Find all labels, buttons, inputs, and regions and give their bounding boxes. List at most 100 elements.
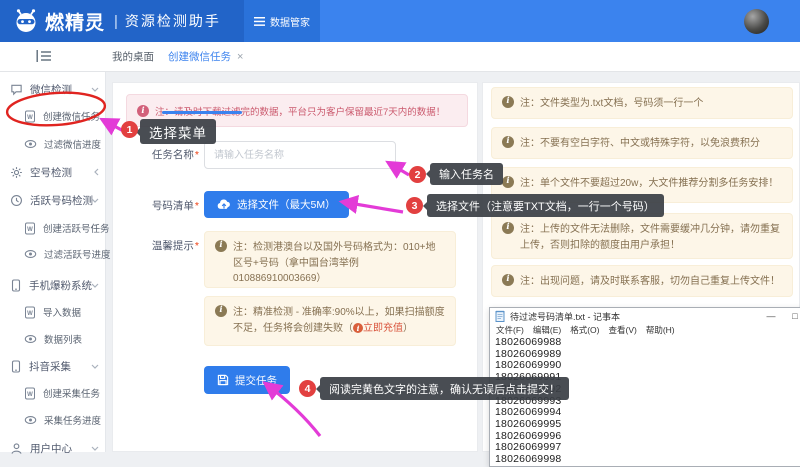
eye-icon bbox=[24, 249, 37, 259]
info-icon: i bbox=[215, 305, 227, 317]
menu-help[interactable]: 帮助(H) bbox=[646, 324, 675, 336]
close-tab-icon[interactable]: × bbox=[237, 51, 243, 63]
step-3-tooltip: 选择文件（注意要TXT文档，一行一个号码） bbox=[427, 194, 664, 217]
collapse-sidebar-icon[interactable] bbox=[36, 49, 54, 65]
menu-edit[interactable]: 编辑(E) bbox=[533, 324, 561, 336]
note-file-type: i 注：文件类型为.txt文档，号码须一行一个 bbox=[491, 87, 793, 119]
task-name-label: 任务名称* bbox=[119, 147, 199, 162]
sidebar-item-create-wechat-task[interactable]: W 创建微信任务 bbox=[0, 105, 106, 127]
sidebar-item-data-list[interactable]: 数据列表 bbox=[0, 328, 106, 350]
note-no-duplicate-upload: i 注：上传的文件无法删除，文件需要缓冲几分钟，请勿重复上传，否则扣除的额度由用… bbox=[491, 213, 793, 259]
note-text: 注：不要有空白字符、中文或特殊字符，以免浪费积分 bbox=[520, 136, 760, 150]
menu-format[interactable]: 格式(O) bbox=[570, 324, 599, 336]
number-list-label: 号码清单* bbox=[119, 198, 199, 213]
step-1-tooltip: 选择菜单 bbox=[140, 119, 216, 144]
submit-task-button[interactable]: 提交任务 bbox=[204, 366, 290, 394]
phone-icon bbox=[10, 279, 22, 292]
sidebar-item-user-center[interactable]: 用户中心 bbox=[0, 437, 106, 459]
menu-view[interactable]: 查看(V) bbox=[608, 324, 636, 336]
sidebar-item-import-data[interactable]: W 导入数据 bbox=[0, 301, 106, 323]
notepad-title: 待过滤号码清单.txt - 记事本 bbox=[510, 310, 620, 323]
sidebar-item-douyin-collect[interactable]: 抖音采集 bbox=[0, 355, 106, 377]
tab-create-wechat-task[interactable]: 创建微信任务 × bbox=[168, 42, 243, 71]
svg-text:W: W bbox=[27, 392, 33, 398]
info-icon: i bbox=[215, 240, 227, 252]
sidebar-item-filter-active-progress[interactable]: 过滤活跃号进度 bbox=[0, 243, 106, 265]
choose-file-button[interactable]: 选择文件（最大5M） bbox=[204, 191, 349, 218]
eye-icon bbox=[24, 415, 37, 425]
active-tab-underline bbox=[162, 111, 242, 114]
notepad-title-bar[interactable]: 待过滤号码清单.txt - 记事本 — □ bbox=[490, 308, 800, 324]
info-icon: i bbox=[353, 323, 363, 333]
recharge-now-link[interactable]: 立即充值 bbox=[363, 323, 403, 334]
info-icon: i bbox=[502, 136, 514, 148]
svg-text:W: W bbox=[27, 115, 33, 121]
history-clock-icon bbox=[10, 194, 23, 207]
sidebar-item-empty-number-check[interactable]: 空号检测 bbox=[0, 161, 106, 183]
svg-text:W: W bbox=[27, 311, 33, 317]
info-icon: i bbox=[502, 96, 514, 108]
chevron-down-icon bbox=[91, 446, 99, 451]
note-text: 注：出现问题，请及时联系客服，切勿自己重复上传文件！ bbox=[520, 274, 780, 288]
doc-w-icon: W bbox=[24, 387, 36, 400]
phone-number-line: 18026069988 bbox=[495, 337, 800, 349]
menu-item-data-manager[interactable]: 数据管家 bbox=[244, 0, 320, 42]
phone-number-line: 18026069995 bbox=[495, 419, 800, 431]
menu-file[interactable]: 文件(F) bbox=[496, 324, 524, 336]
required-mark: * bbox=[195, 240, 199, 252]
sidebar-item-wechat-check[interactable]: 微信检测 bbox=[0, 78, 106, 100]
save-disk-icon bbox=[217, 374, 229, 386]
sidebar-item-active-number-check[interactable]: 活跃号码检测 bbox=[0, 189, 106, 211]
user-avatar[interactable] bbox=[744, 9, 769, 34]
notepad-content[interactable]: 18026069988 18026069989 18026069990 1802… bbox=[490, 337, 800, 466]
cloud-upload-icon bbox=[217, 199, 231, 210]
menu-item-label: 数据管家 bbox=[270, 14, 310, 29]
format-tip-note: i 注：检测港澳台以及国外号码格式为：010+地区号+号码（拿中国台湾举例010… bbox=[204, 231, 456, 288]
chevron-down-icon bbox=[91, 364, 99, 369]
brand-separator: | bbox=[114, 13, 118, 30]
notepad-menu-bar: 文件(F) 编辑(E) 格式(O) 查看(V) 帮助(H) bbox=[490, 324, 800, 336]
tab-my-desktop[interactable]: 我的桌面 bbox=[112, 42, 154, 71]
tab-bar: 我的桌面 创建微信任务 × bbox=[0, 42, 800, 72]
mascot-logo-icon bbox=[13, 8, 39, 34]
note-text: 注：单个文件不要超过20w，大文件推荐分割多任务安排！ bbox=[520, 176, 778, 194]
eye-icon bbox=[24, 334, 37, 344]
tips-label: 温馨提示* bbox=[119, 238, 199, 253]
sidebar-item-create-collect-task[interactable]: W 创建采集任务 bbox=[0, 382, 106, 404]
submit-task-label: 提交任务 bbox=[235, 373, 277, 388]
chevron-left-icon bbox=[94, 168, 99, 176]
info-icon: i bbox=[502, 222, 514, 234]
chevron-down-icon bbox=[91, 283, 99, 288]
minimize-button[interactable]: — bbox=[760, 308, 782, 324]
info-icon: i bbox=[137, 105, 149, 117]
step-4-badge: 4 bbox=[299, 380, 316, 397]
step-4-tooltip: 阅读完黄色文字的注意，确认无误后点击提交！ bbox=[320, 377, 569, 400]
step-2-tooltip: 输入任务名 bbox=[430, 163, 503, 185]
task-name-input[interactable] bbox=[204, 141, 396, 169]
user-icon bbox=[10, 442, 23, 455]
gear-icon bbox=[10, 166, 23, 179]
sidebar-nav: 微信检测 W 创建微信任务 过滤微信进度 空号检测 活跃号码检测 W 创建活跃号… bbox=[0, 72, 106, 452]
note-text: 注：文件类型为.txt文档，号码须一行一个 bbox=[520, 96, 703, 110]
chevron-down-icon bbox=[91, 87, 99, 92]
sidebar-item-filter-wechat-progress[interactable]: 过滤微信进度 bbox=[0, 133, 106, 155]
choose-file-label: 选择文件（最大5M） bbox=[237, 197, 336, 212]
brand-name: 燃精灵 bbox=[45, 8, 105, 35]
sidebar-item-phone-fans-system[interactable]: 手机爆粉系统 bbox=[0, 274, 106, 296]
required-mark: * bbox=[195, 200, 199, 212]
brand-subtitle: 资源检测助手 bbox=[125, 11, 221, 31]
phone-number-line: 18026069998 bbox=[495, 454, 800, 466]
chevron-down-icon bbox=[91, 198, 99, 203]
step-1-badge: 1 bbox=[121, 121, 138, 138]
required-mark: * bbox=[195, 149, 199, 161]
note-contact-support: i 注：出现问题，请及时联系客服，切勿自己重复上传文件！ bbox=[491, 265, 793, 297]
maximize-button[interactable]: □ bbox=[784, 308, 800, 324]
eye-icon bbox=[24, 139, 37, 149]
svg-text:W: W bbox=[27, 227, 33, 233]
step-3-badge: 3 bbox=[406, 197, 423, 214]
format-tip-text: 注：检测港澳台以及国外号码格式为：010+地区号+号码（拿中国台湾举例01088… bbox=[233, 240, 445, 279]
accuracy-tip-text: 注：精准检测 - 准确率:90%以上，如果扫描额度不足，任务将会创建失败（i立即… bbox=[233, 305, 445, 337]
sidebar-item-collect-task-progress[interactable]: 采集任务进度 bbox=[0, 409, 106, 431]
doc-w-icon: W bbox=[24, 110, 36, 123]
sidebar-item-create-active-task[interactable]: W 创建活跃号任务 bbox=[0, 217, 106, 239]
